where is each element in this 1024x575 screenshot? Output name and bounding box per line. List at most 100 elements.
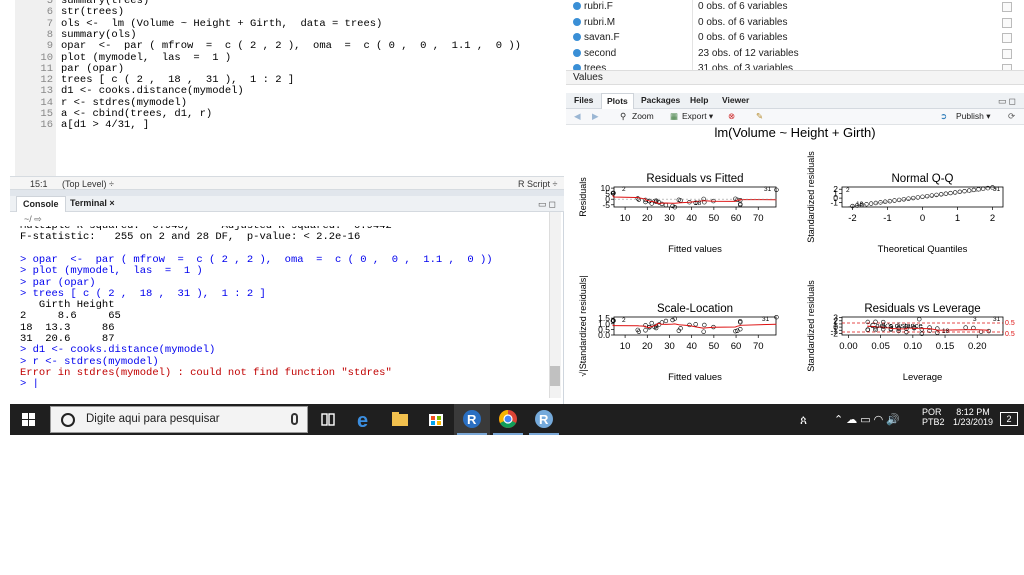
plots-window-controls[interactable]: ▭◻ — [998, 96, 1018, 107]
code-line[interactable]: 16 a[d1 > 4/31, ] — [15, 119, 149, 131]
rstudio-icon[interactable]: R — [526, 404, 562, 435]
zoom-icon[interactable]: ⚲ — [620, 109, 626, 124]
task-view-icon[interactable] — [310, 404, 346, 435]
x-tick-label: 0.05 — [871, 341, 890, 352]
taskbar-search[interactable]: Digite aqui para pesquisar — [50, 406, 308, 433]
x-tick-label: 10 — [620, 213, 631, 224]
expand-dataframe-icon[interactable] — [573, 48, 581, 57]
console-scroll-thumb[interactable] — [550, 366, 560, 386]
forward-arrow-icon[interactable]: ▶ — [592, 109, 599, 124]
code-text: par (opar) — [61, 62, 125, 75]
panel-title: Normal Q-Q — [892, 173, 954, 185]
x-tick-label: 60 — [731, 341, 742, 352]
start-button[interactable] — [10, 404, 48, 435]
x-tick-label: 50 — [709, 213, 720, 224]
code-line[interactable]: 13 d1 <- cooks.distance(mymodel) — [15, 86, 243, 98]
environment-row[interactable]: rubri.M 0 obs. of 6 variables — [566, 15, 1024, 31]
code-line[interactable]: 6 str(trees) — [15, 6, 124, 18]
people-icon[interactable]: ጰ — [800, 413, 807, 444]
filetype-selector[interactable]: R Script ÷ — [518, 178, 557, 190]
plots-tabbar: Files Plots Packages Help Viewer ▭◻ — [566, 93, 1024, 109]
code-text: summary(ols) — [61, 28, 137, 41]
object-name[interactable]: rubri.M — [573, 15, 615, 31]
code-line[interactable]: 9 opar <- par ( mfrow = c ( 2 , 2 ), oma … — [15, 40, 521, 53]
export-button[interactable]: Export ▾ — [682, 109, 713, 124]
line-number: 9 — [46, 40, 53, 53]
plot-viewer[interactable]: lm(Volume ~ Height + Girth) Residuals vs … — [566, 125, 1024, 400]
expand-dataframe-icon[interactable] — [573, 17, 581, 26]
environment-column-divider — [692, 0, 693, 70]
tab-packages[interactable]: Packages — [636, 93, 685, 109]
scope-selector[interactable]: (Top Level) ÷ — [62, 178, 114, 190]
object-name[interactable]: savan.F — [573, 30, 620, 46]
object-name[interactable]: second — [573, 46, 616, 62]
x-tick-label: 0.10 — [904, 341, 923, 352]
x-tick-label: 1 — [955, 213, 960, 224]
tray-icons[interactable]: ⌃☁▭◠🔊 — [834, 413, 903, 444]
left-column: 5 summary(trees) 6 str(trees) 7 ols <- lm (Vo… — [10, 0, 564, 404]
tab-help[interactable]: Help — [685, 93, 713, 109]
environment-row[interactable]: rubri.F 0 obs. of 6 variables — [566, 0, 1024, 15]
y-axis-label: √|Standardized residuals| — [578, 275, 588, 376]
point-label: 31 — [993, 316, 1001, 323]
zoom-button[interactable]: Zoom — [632, 109, 654, 124]
source-editor[interactable]: 5 summary(trees) 6 str(trees) 7 ols <- lm (Vo… — [10, 0, 564, 176]
cooks-contour-label: 0.5 — [1005, 320, 1015, 327]
publish-icon[interactable]: ➲ — [940, 109, 947, 124]
x-axis-label: Theoretical Quantiles — [878, 244, 968, 255]
data-point — [924, 193, 930, 199]
edge-browser-icon[interactable]: e — [346, 404, 382, 435]
console-window-controls[interactable]: ▭◻ — [538, 199, 558, 210]
microphone-icon[interactable] — [291, 413, 298, 425]
code-text: trees [ c ( 2 , 18 , 31 ), 1 : 2 ] — [61, 74, 295, 87]
expand-dataframe-icon[interactable] — [573, 33, 581, 41]
view-data-icon[interactable] — [1002, 17, 1012, 28]
refresh-icon[interactable]: ⟳ — [1008, 109, 1015, 124]
language-indicator[interactable]: POR PTB2 — [922, 407, 945, 438]
point-label: 18 — [942, 328, 950, 335]
store-icon[interactable] — [418, 404, 454, 435]
values-section-header: Values — [566, 70, 1024, 85]
remove-plot-icon[interactable]: ⊗ — [728, 109, 735, 124]
console-output[interactable]: Multiple R-squared: 0.948, Adjusted R-sq… — [10, 226, 558, 398]
tab-files[interactable]: Files — [569, 93, 598, 109]
environment-row[interactable]: savan.F 0 obs. of 6 variables — [566, 30, 1024, 46]
code-text: r <- stdres(mymodel) — [61, 96, 188, 109]
data-point — [887, 198, 893, 204]
console-working-dir[interactable]: ~/ ⇨ — [10, 212, 564, 226]
object-name[interactable]: rubri.F — [573, 0, 613, 15]
windows-taskbar: Digite aqui para pesquisar e R R ጰ ⌃☁▭◠🔊… — [10, 404, 1024, 435]
chrome-icon[interactable] — [490, 404, 526, 435]
panel-title: Scale-Location — [657, 303, 733, 315]
x-tick-label: 30 — [664, 213, 675, 224]
language-code: POR — [922, 407, 942, 417]
code-text: plot (mymodel, las = 1 ) — [61, 51, 232, 64]
expand-dataframe-icon[interactable] — [573, 2, 581, 10]
tab-viewer[interactable]: Viewer — [717, 93, 754, 109]
x-tick-label: 0.20 — [968, 341, 987, 352]
tab-terminal[interactable]: Terminal × — [64, 196, 121, 212]
x-tick-label: 30 — [664, 341, 675, 352]
data-point — [935, 330, 940, 335]
clock[interactable]: 8:12 PM 1/23/2019 — [950, 407, 996, 438]
right-column: rubri.F 0 obs. of 6 variables rubri.M 0 obs… — [566, 0, 1024, 404]
svg-text:e: e — [357, 410, 368, 432]
y-axis-label: Standardized residuals — [806, 280, 816, 372]
point-label: 2 — [622, 317, 626, 324]
tab-console[interactable]: Console — [16, 196, 66, 212]
view-data-icon[interactable] — [1002, 33, 1012, 43]
back-arrow-icon[interactable]: ◀ — [574, 109, 581, 124]
file-explorer-icon[interactable] — [382, 404, 418, 435]
plots-toolbar: ◀ ▶ ⚲ Zoom ▦ Export ▾ ⊗ ✎ ➲ Publish ▾ ⟳ — [566, 109, 1024, 125]
view-data-icon[interactable] — [1002, 2, 1012, 12]
publish-button[interactable]: Publish ▾ — [956, 109, 991, 124]
notification-center-icon[interactable]: 2 — [1000, 412, 1018, 426]
svg-text:R: R — [467, 412, 477, 427]
y-tick-label: -1 — [830, 198, 838, 208]
clear-plots-icon[interactable]: ✎ — [756, 109, 763, 124]
environment-row[interactable]: second 23 obs. of 12 variables — [566, 46, 1024, 62]
export-icon[interactable]: ▦ — [670, 109, 678, 124]
tab-plots[interactable]: Plots — [601, 93, 634, 109]
view-data-icon[interactable] — [1002, 48, 1012, 59]
r-app-icon[interactable]: R — [454, 404, 490, 435]
